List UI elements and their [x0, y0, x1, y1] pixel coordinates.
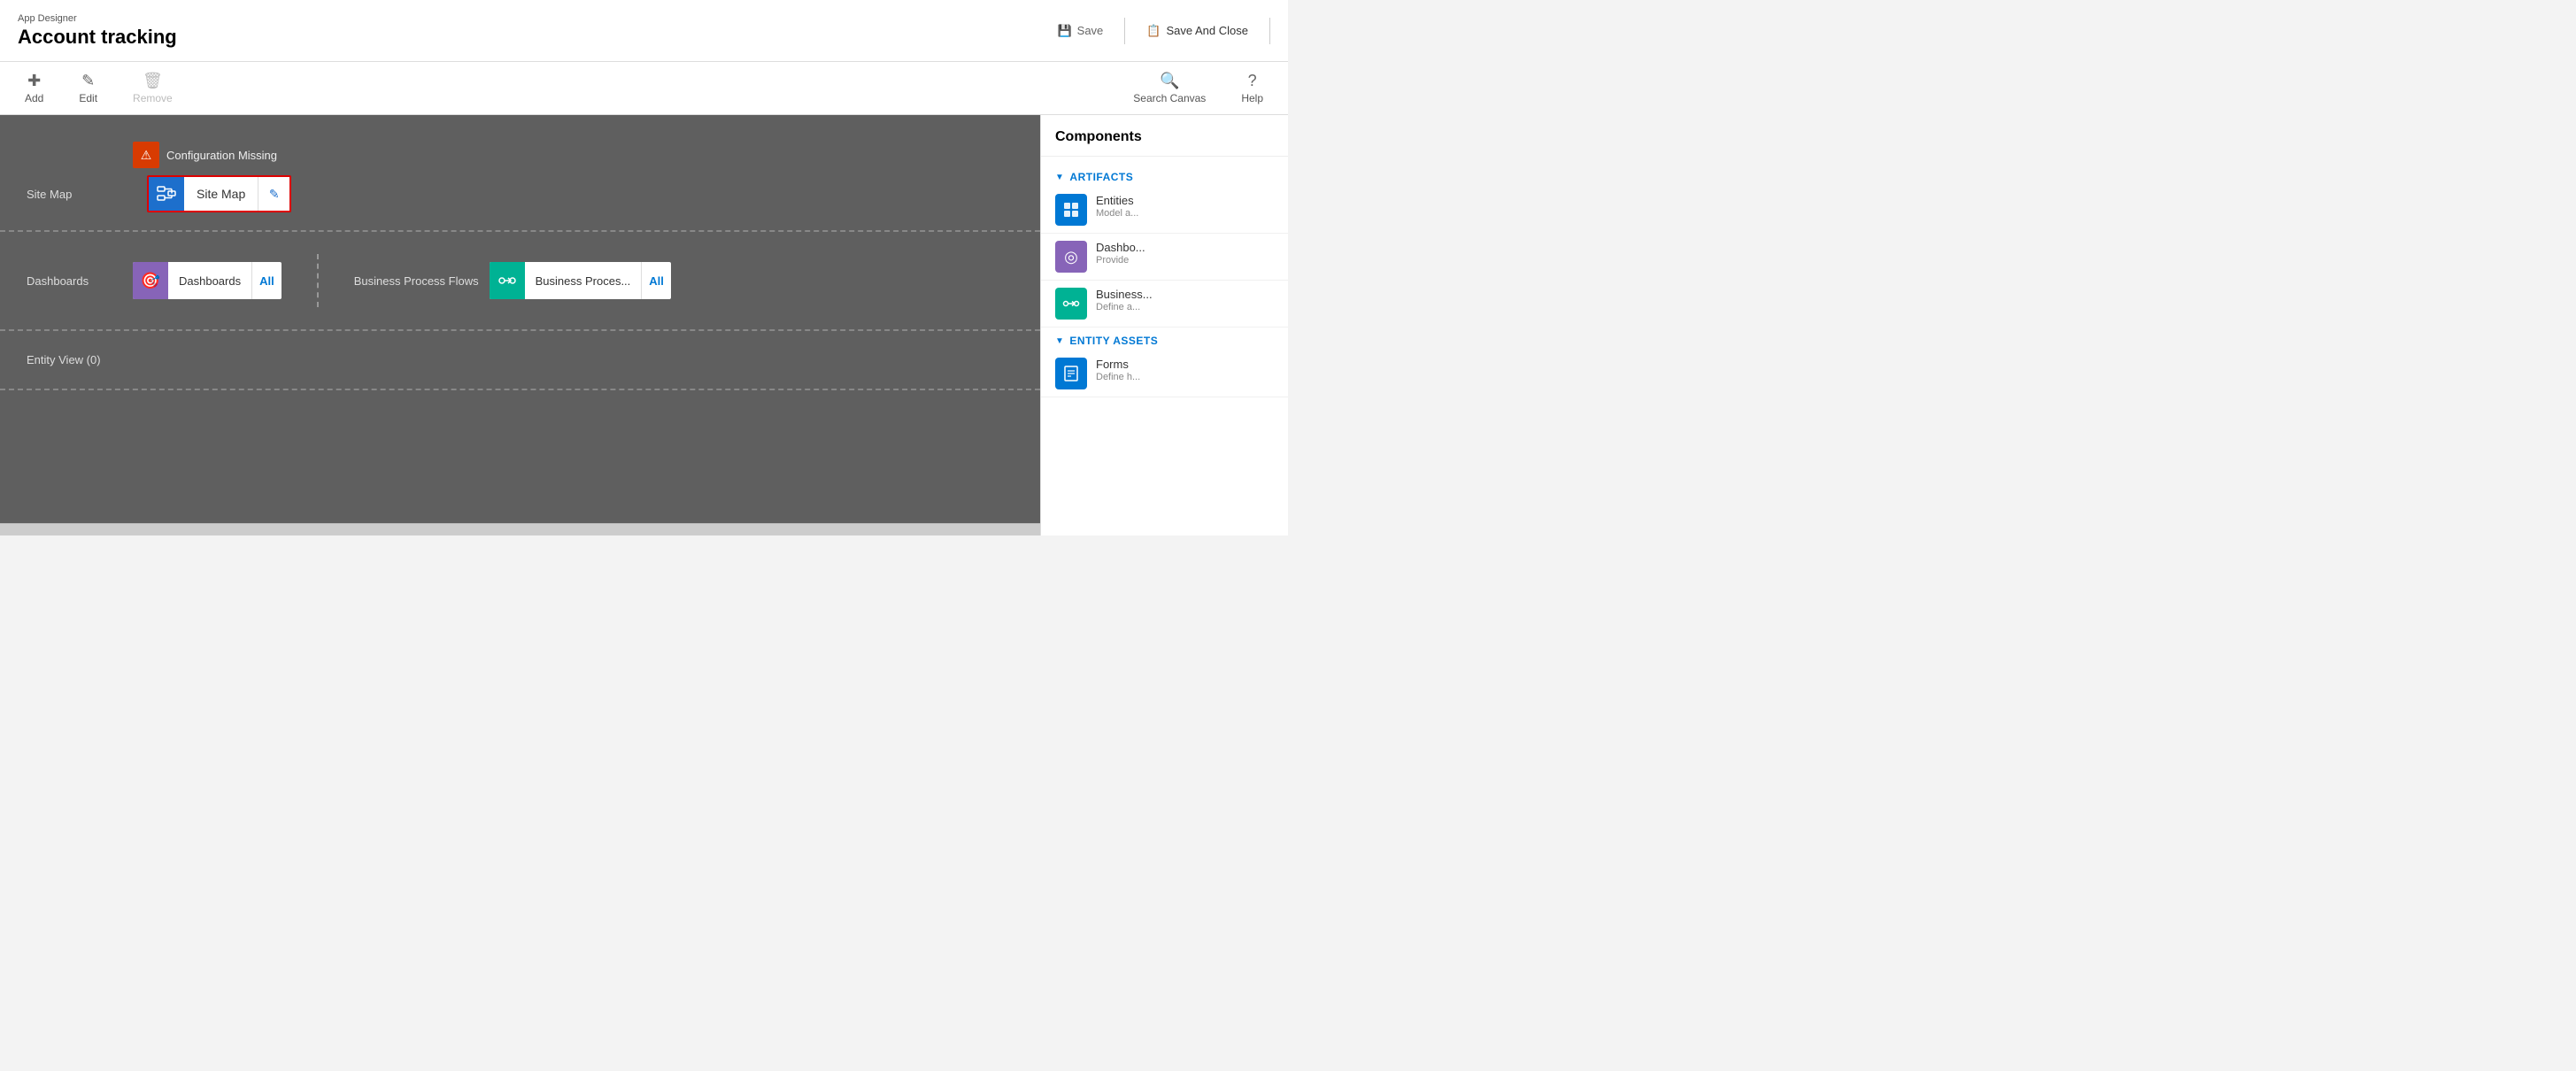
vert-divider [317, 254, 319, 307]
save-and-close-button[interactable]: 📋 Save And Close [1139, 20, 1255, 42]
artifacts-section-header[interactable]: ▼ ARTIFACTS [1041, 164, 1288, 187]
remove-label: Remove [133, 92, 173, 104]
add-label: Add [25, 92, 43, 104]
toolbar: ✚ Add ✎ Edit 🗑 Remove 🔍 Search Canvas ? … [0, 62, 1288, 115]
warning-icon-box: ⚠ [133, 142, 159, 168]
entity-assets-section-header[interactable]: ▼ ENTITY ASSETS [1041, 327, 1288, 351]
bpf-all-button[interactable]: All [641, 262, 671, 299]
horizontal-scrollbar[interactable] [0, 523, 1040, 536]
config-warning-row: ⚠ Configuration Missing [27, 142, 1014, 168]
sitemap-main-row: Site Map [27, 175, 1014, 212]
bpf-comp-name: Business... [1096, 288, 1153, 301]
dashboards-comp-icon: ◎ [1055, 241, 1087, 273]
entity-view-row: Entity View (0) [0, 331, 1040, 389]
save-label: Save [1077, 24, 1104, 37]
dashboards-comp-name: Dashbo... [1096, 241, 1145, 254]
save-icon: 💾 [1057, 24, 1071, 38]
bpf-card-label: Business Proces... [525, 274, 642, 288]
header-divider2 [1269, 18, 1270, 44]
entities-desc: Model a... [1096, 208, 1138, 219]
toolbar-left: ✚ Add ✎ Edit 🗑 Remove [18, 68, 180, 108]
entities-component-item[interactable]: Entities Model a... [1041, 187, 1288, 234]
save-and-close-label: Save And Close [1166, 24, 1248, 37]
remove-icon: 🗑 [143, 72, 163, 90]
forms-comp-desc: Define h... [1096, 372, 1140, 382]
forms-comp-name: Forms [1096, 358, 1140, 371]
bpf-component-item[interactable]: Business... Define a... [1041, 281, 1288, 327]
dashboards-bpf-row: Dashboards 🎯 Dashboards All Business Pro… [0, 232, 1040, 329]
dashboards-component-item[interactable]: ◎ Dashbo... Provide [1041, 234, 1288, 281]
artifacts-label: ARTIFACTS [1069, 171, 1133, 183]
sitemap-map-icon [149, 175, 184, 212]
bpf-card[interactable]: Business Proces... All [490, 262, 671, 299]
header: App Designer Account tracking 💾 Save 📋 S… [0, 0, 1288, 62]
bpf-row-label: Business Process Flows [354, 274, 479, 288]
bpf-icon [490, 262, 525, 299]
sitemap-row-label: Site Map [27, 188, 133, 201]
forms-component-item[interactable]: Forms Define h... [1041, 351, 1288, 397]
entities-text: Entities Model a... [1096, 194, 1138, 219]
forms-comp-text: Forms Define h... [1096, 358, 1140, 382]
entity-assets-label: ENTITY ASSETS [1069, 335, 1158, 347]
header-divider [1124, 18, 1125, 44]
target-icon: 🎯 [141, 272, 160, 290]
add-icon: ✚ [27, 72, 41, 90]
bpf-comp-icon [1055, 288, 1087, 320]
add-button[interactable]: ✚ Add [18, 68, 50, 108]
dashboards-comp-text: Dashbo... Provide [1096, 241, 1145, 266]
search-canvas-button[interactable]: 🔍 Search Canvas [1126, 68, 1213, 108]
entity-assets-chevron-icon: ▼ [1055, 336, 1064, 346]
dashboards-card[interactable]: 🎯 Dashboards All [133, 262, 282, 299]
dashboards-row-label: Dashboards [27, 274, 133, 288]
warning-triangle-icon: ⚠ [141, 148, 152, 163]
sitemap-row: ⚠ Configuration Missing Site Map [0, 115, 1040, 230]
help-label: Help [1241, 92, 1263, 104]
bpf-all-label: All [649, 274, 664, 288]
sitemap-card-label: Site Map [184, 187, 258, 201]
app-title: Account tracking [18, 26, 177, 49]
pencil-icon: ✎ [269, 187, 280, 202]
entities-name: Entities [1096, 194, 1138, 207]
remove-button[interactable]: 🗑 Remove [126, 68, 180, 108]
components-panel-title: Components [1041, 129, 1288, 157]
config-missing-text: Configuration Missing [166, 149, 277, 162]
bpf-comp-desc: Define a... [1096, 302, 1153, 312]
edit-button[interactable]: ✎ Edit [72, 68, 104, 108]
separator-3 [0, 389, 1040, 390]
help-button[interactable]: ? Help [1234, 68, 1270, 108]
canvas-wrapper: ⚠ Configuration Missing Site Map [0, 115, 1040, 536]
edit-icon: ✎ [81, 72, 95, 90]
header-right: 💾 Save 📋 Save And Close [1050, 18, 1270, 44]
entities-icon [1055, 194, 1087, 226]
components-panel: Components ▼ ARTIFACTS Entities Model a.… [1040, 115, 1288, 536]
header-left: App Designer Account tracking [18, 13, 177, 49]
search-icon: 🔍 [1160, 72, 1179, 90]
artifacts-chevron-icon: ▼ [1055, 173, 1064, 182]
dashboards-card-label: Dashboards [168, 274, 251, 288]
dashboards-all-label: All [259, 274, 274, 288]
sitemap-card[interactable]: Site Map ✎ [147, 175, 291, 212]
bpf-comp-text: Business... Define a... [1096, 288, 1153, 312]
save-button[interactable]: 💾 Save [1050, 20, 1110, 42]
entity-view-label: Entity View (0) [27, 353, 101, 366]
dashboards-icon: 🎯 [133, 262, 168, 299]
save-close-icon: 📋 [1146, 24, 1161, 38]
dashboards-all-button[interactable]: All [251, 262, 282, 299]
help-icon: ? [1248, 72, 1257, 90]
sitemap-edit-button[interactable]: ✎ [258, 175, 289, 212]
search-canvas-label: Search Canvas [1133, 92, 1206, 104]
forms-comp-icon [1055, 358, 1087, 389]
edit-label: Edit [79, 92, 97, 104]
dashboards-comp-desc: Provide [1096, 255, 1145, 266]
toolbar-right: 🔍 Search Canvas ? Help [1126, 68, 1270, 108]
canvas-area[interactable]: ⚠ Configuration Missing Site Map [0, 115, 1040, 523]
main-container: ⚠ Configuration Missing Site Map [0, 115, 1288, 536]
app-designer-label: App Designer [18, 13, 177, 24]
dashboards-comp-icon-symbol: ◎ [1064, 248, 1078, 266]
